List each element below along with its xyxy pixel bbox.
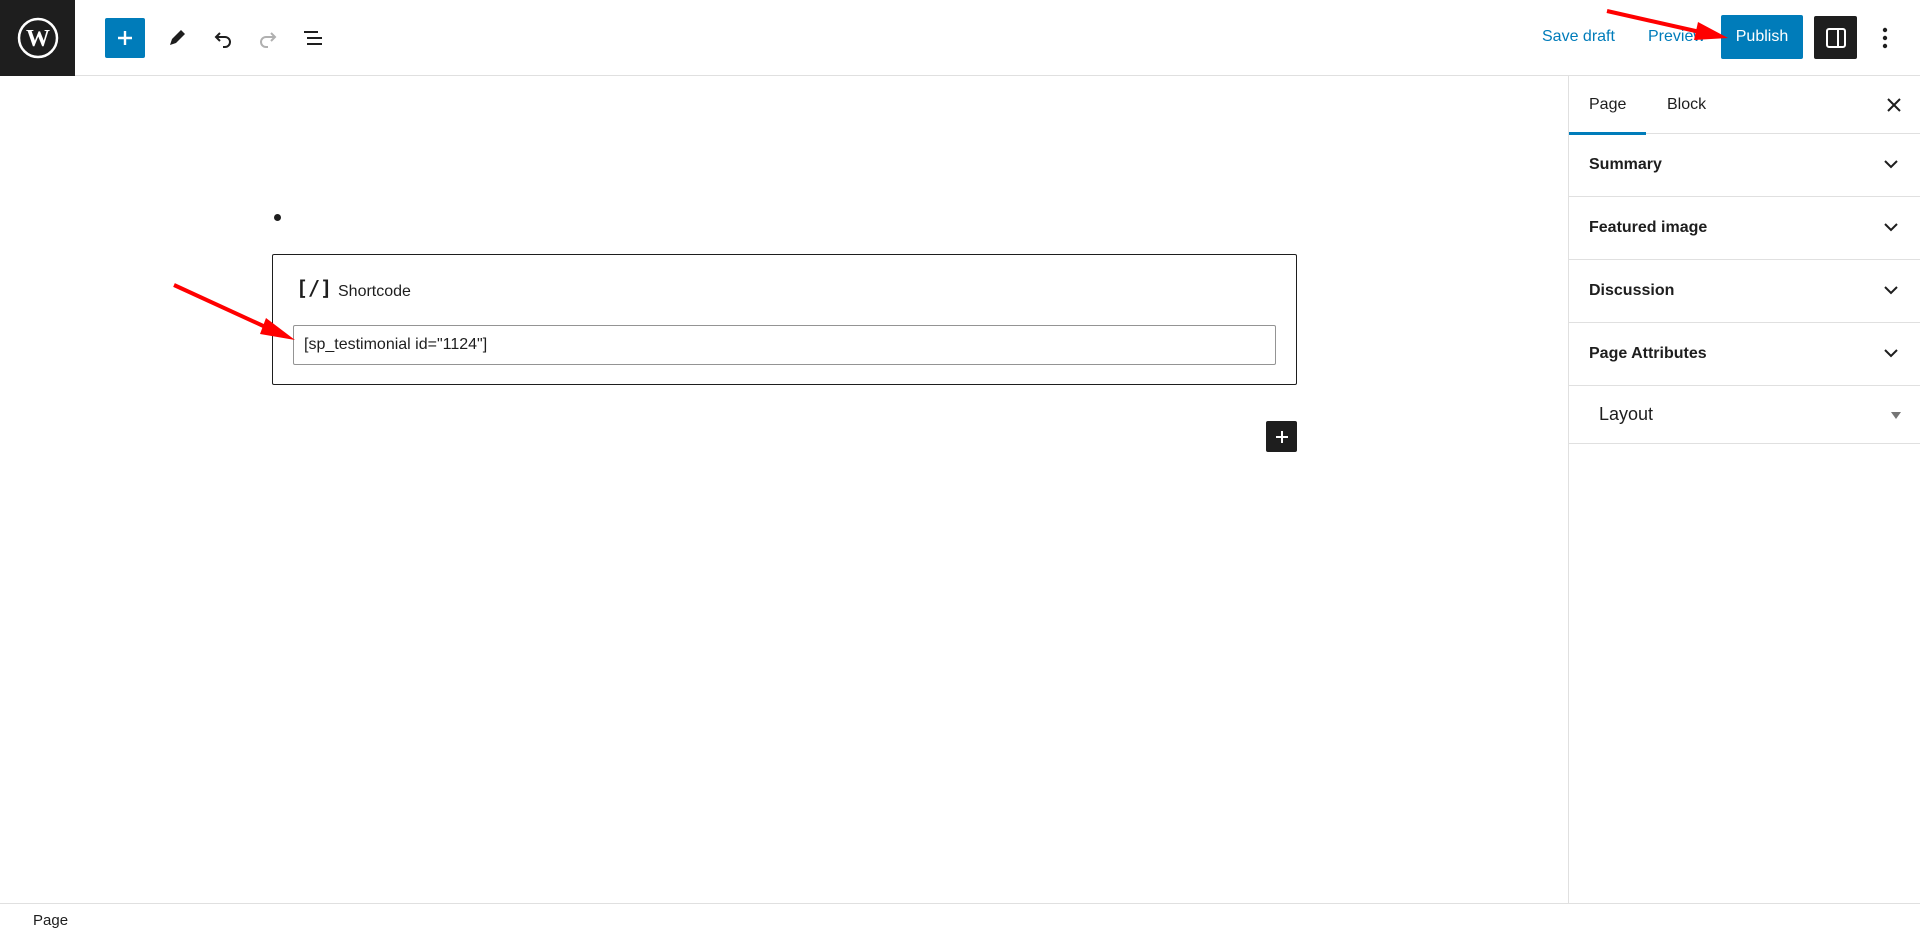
editor-footer: Page bbox=[0, 903, 1920, 934]
tools-button[interactable] bbox=[157, 18, 197, 58]
caret-down-icon bbox=[1891, 412, 1901, 419]
panel-discussion[interactable]: Discussion bbox=[1569, 260, 1920, 323]
panel-layout[interactable]: Layout bbox=[1569, 386, 1920, 444]
chevron-down-icon bbox=[1879, 152, 1903, 176]
panel-summary[interactable]: Summary bbox=[1569, 134, 1920, 197]
preview-button[interactable]: Preview bbox=[1648, 28, 1705, 46]
list-view-icon bbox=[304, 31, 322, 45]
pencil-icon bbox=[170, 30, 185, 45]
close-sidebar-button[interactable] bbox=[1879, 90, 1909, 120]
editor-canvas[interactable]: [/] Shortcode bbox=[0, 76, 1568, 904]
svg-text:W: W bbox=[26, 26, 50, 52]
tab-block[interactable]: Block bbox=[1667, 76, 1706, 134]
wordpress-logo-icon[interactable]: W bbox=[0, 0, 75, 76]
shortcode-icon: [/] bbox=[296, 276, 333, 300]
chevron-down-icon bbox=[1879, 278, 1903, 302]
sidebar-tabs: Page Block bbox=[1568, 76, 1920, 135]
redo-icon bbox=[260, 32, 277, 48]
panel-title: Page Attributes bbox=[1589, 345, 1707, 362]
shortcode-block-label: Shortcode bbox=[338, 283, 411, 300]
breadcrumb[interactable]: Page bbox=[33, 912, 68, 929]
more-options-icon bbox=[1882, 27, 1888, 49]
add-block-button[interactable] bbox=[1266, 421, 1297, 452]
undo-icon bbox=[214, 32, 231, 48]
publish-button[interactable]: Publish bbox=[1721, 15, 1803, 59]
editor-header: W Save draft Preview Publish bbox=[0, 0, 1920, 76]
sidebar-toggle-icon bbox=[1825, 27, 1846, 48]
close-icon bbox=[1887, 98, 1901, 112]
save-draft-button[interactable]: Save draft bbox=[1542, 28, 1615, 46]
tab-page[interactable]: Page bbox=[1568, 76, 1647, 135]
settings-sidebar: Page Block Summary Featured image Discus… bbox=[1568, 76, 1920, 904]
redo-button[interactable] bbox=[248, 18, 288, 58]
panel-title: Layout bbox=[1599, 404, 1654, 424]
list-view-button[interactable] bbox=[293, 18, 333, 58]
chevron-down-icon bbox=[1879, 341, 1903, 365]
shortcode-input[interactable] bbox=[293, 325, 1276, 365]
shortcode-block[interactable]: [/] Shortcode bbox=[272, 254, 1297, 385]
block-inserter-button[interactable] bbox=[105, 18, 145, 58]
settings-sidebar-toggle[interactable] bbox=[1814, 16, 1857, 59]
more-options-button[interactable] bbox=[1870, 20, 1900, 56]
chevron-down-icon bbox=[1879, 215, 1903, 239]
plus-icon bbox=[118, 31, 132, 45]
panel-title: Featured image bbox=[1589, 219, 1708, 236]
panel-featured-image[interactable]: Featured image bbox=[1569, 197, 1920, 260]
undo-button[interactable] bbox=[203, 18, 243, 58]
panel-title: Summary bbox=[1589, 156, 1662, 173]
plus-icon bbox=[1275, 430, 1288, 443]
panel-title: Discussion bbox=[1589, 282, 1675, 299]
panel-page-attributes[interactable]: Page Attributes bbox=[1569, 323, 1920, 386]
list-bullet bbox=[274, 214, 281, 221]
